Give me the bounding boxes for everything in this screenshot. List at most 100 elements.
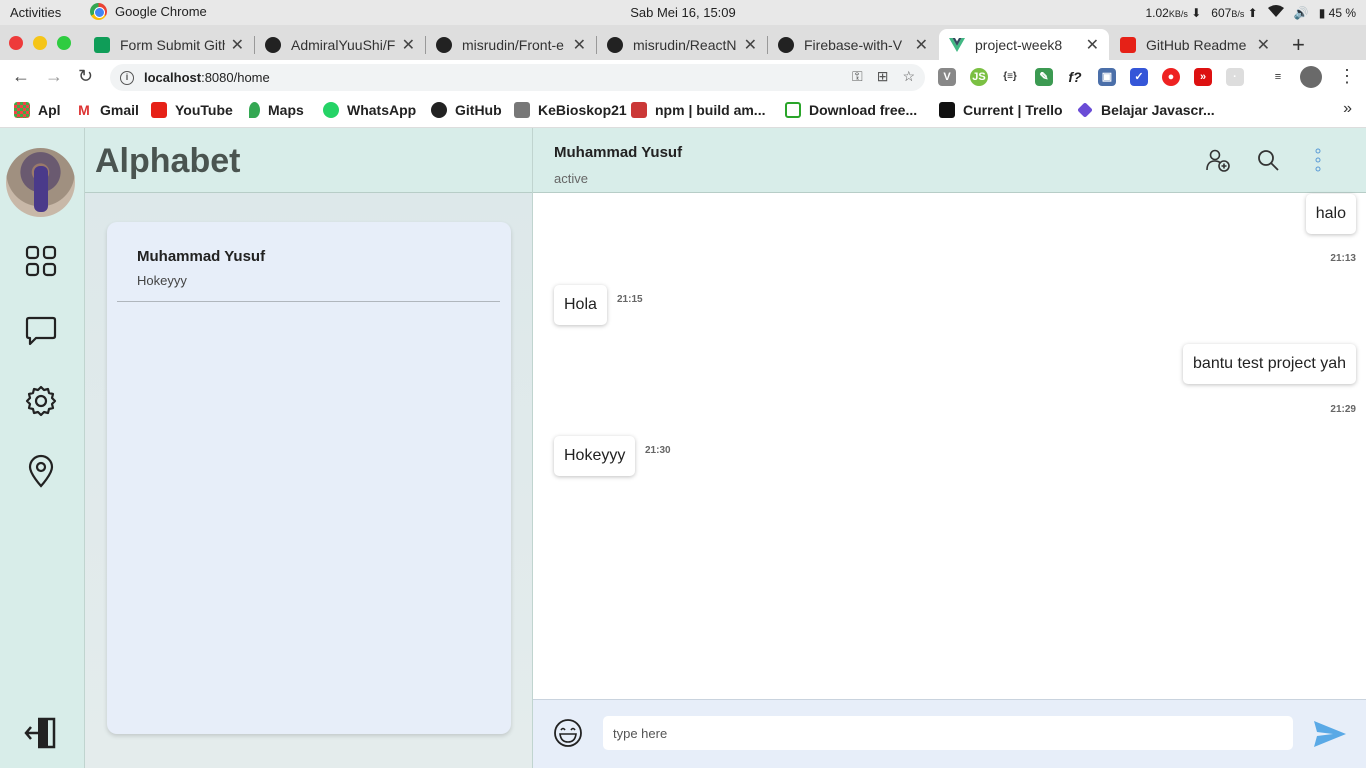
- message-input[interactable]: [603, 716, 1293, 750]
- emoji-icon[interactable]: [553, 718, 583, 748]
- system-top-bar: Activities Google Chrome Sab Mei 16, 15:…: [0, 0, 1366, 25]
- forward-arrow-icon[interactable]: →: [45, 66, 63, 87]
- vue-icon: [949, 37, 965, 53]
- bookmarks-bar: Apl M Gmail YouTube Maps WhatsApp GitHub …: [0, 94, 1366, 128]
- close-tab-icon[interactable]: ✕: [402, 35, 415, 55]
- bookmark-download-free[interactable]: Download free...: [785, 102, 917, 118]
- bookmark-kebioskop21[interactable]: KeBioskop21: [514, 102, 627, 118]
- bookmark-npm[interactable]: npm | build am...: [631, 102, 765, 118]
- shield-icon[interactable]: ✓: [1130, 68, 1148, 86]
- address-bar[interactable]: i localhost:8080/home ⚿ ⊞ ☆: [110, 64, 925, 91]
- font-identifier-icon[interactable]: f?: [1066, 68, 1084, 86]
- bookmark-github[interactable]: GitHub: [431, 102, 502, 118]
- whatsapp-icon: [323, 102, 339, 118]
- tab-misrudin-react[interactable]: misrudin/ReactN ✕: [597, 29, 767, 60]
- chat-contact-name: Muhammad Yusuf: [554, 144, 683, 161]
- json-icon[interactable]: {≡}: [1001, 68, 1019, 86]
- contact-item[interactable]: Muhammad Yusuf Hokeyyy: [117, 238, 500, 302]
- message-time: 21:30: [645, 445, 671, 456]
- bookmark-apl[interactable]: Apl: [14, 102, 61, 118]
- record-icon[interactable]: ●: [1162, 68, 1180, 86]
- grayed-extension-icon[interactable]: ·: [1226, 68, 1244, 86]
- close-tab-icon[interactable]: ✕: [573, 35, 586, 55]
- npm-icon: [631, 102, 647, 118]
- app-menu[interactable]: Google Chrome: [90, 3, 207, 20]
- tab-firebase[interactable]: Firebase-with-V ✕: [768, 29, 938, 60]
- location-pin-icon[interactable]: [24, 454, 58, 488]
- volume-icon: 🔊: [1293, 5, 1309, 20]
- more-options-icon[interactable]: [1306, 148, 1330, 172]
- bookmark-youtube[interactable]: YouTube: [151, 102, 233, 118]
- close-tab-icon[interactable]: ✕: [744, 35, 757, 55]
- contact-name: Muhammad Yusuf: [137, 248, 266, 265]
- wifi-icon: [1267, 5, 1284, 20]
- bookmark-whatsapp[interactable]: WhatsApp: [323, 102, 416, 118]
- bookmark-trello[interactable]: Current | Trello: [939, 102, 1063, 118]
- tab-form-submit[interactable]: Form Submit Gith ✕: [84, 29, 254, 60]
- activities-button[interactable]: Activities: [10, 5, 61, 20]
- search-icon[interactable]: [1256, 148, 1280, 172]
- close-tab-icon[interactable]: ✕: [231, 35, 244, 55]
- chat-app: Alphabet Muhammad Yusuf Hokeyyy Muhammad…: [0, 128, 1366, 768]
- status-area[interactable]: 1.02KB/s ⬇ 607B/s ⬆ 🔊 ▮ 45 %: [1145, 5, 1356, 20]
- trello-icon: [939, 102, 955, 118]
- tab-admiralyuushi[interactable]: AdmiralYuuShi/F ✕: [255, 29, 425, 60]
- tab-github-readme[interactable]: GitHub Readme ✕: [1110, 29, 1280, 60]
- code-icon: [1077, 102, 1093, 118]
- gmail-icon: M: [76, 102, 92, 118]
- contact-last-message: Hokeyyy: [137, 273, 187, 288]
- profile-avatar[interactable]: [1300, 66, 1322, 88]
- vue-devtools-icon[interactable]: V: [938, 68, 956, 86]
- star-icon[interactable]: ☆: [902, 68, 915, 85]
- close-tab-icon[interactable]: ✕: [915, 35, 928, 55]
- bookmark-gmail[interactable]: M Gmail: [76, 102, 139, 118]
- sheets-icon: [94, 36, 110, 53]
- icon-rail: [0, 128, 85, 768]
- eyedropper-icon[interactable]: ✎: [1035, 68, 1053, 86]
- more-bookmarks-icon[interactable]: »: [1343, 100, 1352, 118]
- send-icon[interactable]: [1313, 719, 1347, 749]
- bookmark-belajar-javascript[interactable]: Belajar Javascr...: [1077, 102, 1215, 118]
- close-window-button[interactable]: [9, 36, 23, 50]
- key-icon[interactable]: ⚿: [852, 68, 863, 85]
- close-tab-icon[interactable]: ✕: [1257, 35, 1270, 55]
- url-text[interactable]: localhost:8080/home: [144, 70, 270, 85]
- chat-bubble-icon[interactable]: [24, 314, 58, 348]
- message-time: 21:15: [617, 294, 643, 305]
- browser-menu-icon[interactable]: ⋮: [1338, 66, 1356, 87]
- playlist-icon[interactable]: ≡: [1269, 68, 1287, 86]
- bookmark-maps[interactable]: Maps: [249, 102, 304, 118]
- dashboard-grid-icon[interactable]: [24, 244, 58, 278]
- message-bubble-received: Hokeyyy: [554, 436, 636, 476]
- arrow-down-icon: ⬇: [1191, 5, 1202, 20]
- logout-icon[interactable]: [24, 716, 58, 750]
- chat-contact-status: active: [554, 171, 588, 186]
- add-user-icon[interactable]: [1206, 148, 1230, 172]
- contact-list-panel: Alphabet Muhammad Yusuf Hokeyyy: [85, 128, 532, 768]
- wappalyzer-icon[interactable]: ▣: [1098, 68, 1116, 86]
- tab-project-week8[interactable]: project-week8 ✕: [939, 29, 1109, 60]
- youtube-icon: [151, 102, 167, 118]
- close-tab-icon[interactable]: ✕: [1086, 35, 1099, 55]
- minimize-window-button[interactable]: [33, 36, 47, 50]
- reload-icon[interactable]: ↻: [78, 66, 93, 87]
- back-arrow-icon[interactable]: ←: [12, 66, 30, 87]
- github-icon: [265, 36, 281, 53]
- site-info-icon[interactable]: i: [120, 70, 134, 85]
- github-icon: [778, 36, 794, 53]
- nodejs-icon[interactable]: JS: [970, 68, 988, 86]
- maximize-window-button[interactable]: [57, 36, 71, 50]
- chrome-icon: [90, 3, 107, 20]
- arrow-up-icon: ⬆: [1247, 5, 1258, 20]
- net-down-readout: 1.02KB/s ⬇: [1145, 5, 1202, 20]
- github-icon: [607, 36, 623, 53]
- message-bubble-sent: halo: [1305, 194, 1356, 234]
- fast-forward-icon[interactable]: »: [1194, 68, 1212, 86]
- settings-gear-icon[interactable]: [24, 384, 58, 418]
- battery-icon: ▮: [1318, 5, 1326, 20]
- translate-icon[interactable]: ⊞: [877, 68, 889, 85]
- contact-list-card: Muhammad Yusuf Hokeyyy: [107, 222, 511, 734]
- user-avatar[interactable]: [6, 148, 75, 217]
- tab-misrudin-front[interactable]: misrudin/Front-e ✕: [426, 29, 596, 60]
- new-tab-button[interactable]: +: [1292, 32, 1305, 58]
